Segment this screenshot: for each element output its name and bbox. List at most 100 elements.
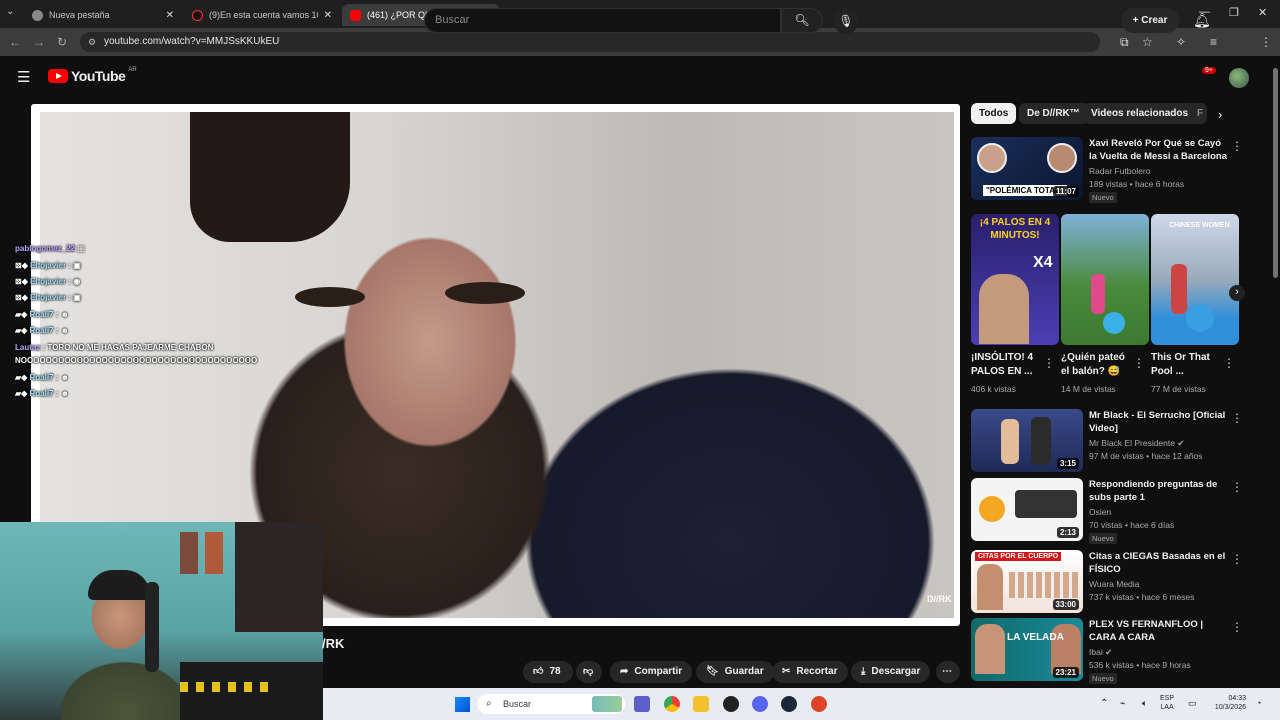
browser-tab-tiktok[interactable]: (9)En esta cuenta vamos 100% ✕ — [184, 4, 340, 26]
display-icon[interactable]: ▭ — [1188, 698, 1197, 709]
site-info-icon[interactable]: ⚙ — [88, 32, 96, 52]
video-thumbnail[interactable]: CITAS POR EL CUERPO 33:00 — [971, 550, 1083, 613]
url-field[interactable]: ⚙ youtube.com/watch?v=MMJSsKKUkEU — [80, 32, 1100, 52]
taskbar-clock[interactable]: 04:33 10/3/2026 — [1208, 694, 1246, 712]
tray-overflow-icon[interactable]: ⌃ — [1100, 698, 1108, 709]
chip-more[interactable]: F — [1189, 103, 1207, 124]
thumbnail-person — [975, 624, 1005, 674]
file-explorer-icon[interactable] — [693, 696, 709, 712]
windows-taskbar — [323, 688, 1280, 720]
shorts-next-icon[interactable]: › — [1229, 285, 1245, 301]
more-options-icon[interactable]: ⋮ — [1231, 411, 1243, 425]
youtube-logo[interactable]: YouTube AR — [48, 67, 137, 84]
scrollbar-thumb[interactable] — [1273, 68, 1278, 278]
account-avatar[interactable] — [1229, 68, 1249, 88]
widget-icon[interactable] — [592, 696, 622, 712]
video-title[interactable]: Respondiendo preguntas de subs parte 1 — [1089, 478, 1227, 504]
short-thumbnail[interactable]: CHINESE WOMEN — [1151, 214, 1239, 345]
more-options-icon[interactable]: ⋮ — [1231, 620, 1243, 634]
channel-name[interactable]: Mr Black El Presidente ✔ — [1089, 438, 1184, 449]
reload-icon[interactable]: ↻ — [57, 35, 67, 49]
browser-tab-new[interactable]: Nueva pestaña ✕ — [24, 4, 182, 26]
back-icon[interactable]: ← — [9, 35, 21, 49]
chrome-icon[interactable] — [664, 696, 680, 712]
hamburger-menu-icon[interactable]: ☰ — [17, 68, 30, 86]
mic-icon: 🎙︎ — [838, 14, 854, 28]
short-title[interactable]: This Or That Pool ... — [1151, 351, 1225, 379]
search-button[interactable]: 🔍︎ — [781, 8, 823, 33]
related-video-item[interactable]: 3:15 Mr Black - El Serrucho [Oficial Vid… — [971, 409, 1271, 472]
close-icon[interactable]: ✕ — [166, 10, 174, 21]
steam-icon[interactable] — [781, 696, 797, 712]
short-title[interactable]: ¿Quién pateó el balón? 😅 — [1061, 351, 1135, 379]
language-indicator[interactable]: ESP LAA — [1160, 694, 1174, 712]
chip-all[interactable]: Todos — [971, 103, 1017, 124]
more-options-icon[interactable]: ⋮ — [1231, 139, 1243, 153]
clip-button[interactable]: ✂ Recortar — [772, 661, 848, 683]
short-title[interactable]: ¡INSÓLITO! 4 PALOS EN ... — [971, 351, 1045, 379]
short-overlay-text: ¡4 PALOS EN 4 MINUTOS! — [979, 217, 1051, 241]
close-icon[interactable]: ✕ — [324, 10, 332, 21]
related-video-item[interactable]: "POLÉMICA TOTAL" 11:07 Xavi Reveló Por Q… — [971, 137, 1271, 203]
more-actions-button[interactable]: ⋯ — [936, 661, 960, 683]
like-button[interactable]: 👍︎ 78 — [523, 661, 573, 683]
chip-channel[interactable]: De D//RK™ — [1019, 103, 1088, 124]
search-icon: 🔍︎ — [794, 13, 810, 27]
more-options-icon[interactable]: ⋮ — [1231, 480, 1243, 494]
notifications-bell-icon[interactable]: 🔔︎ — [1193, 12, 1211, 29]
create-button[interactable]: + Crear — [1121, 8, 1179, 33]
download-button[interactable]: ⤓ Descargar — [851, 661, 931, 683]
related-video-item[interactable]: CITAS POR EL CUERPO 33:00 Citas a CIEGAS… — [971, 550, 1271, 613]
forward-icon[interactable]: → — [33, 35, 45, 49]
channel-name[interactable]: Osien — [1089, 507, 1111, 517]
search-input[interactable]: Buscar — [424, 8, 781, 33]
video-title[interactable]: Mr Black - El Serrucho [Oficial Video] — [1089, 409, 1227, 435]
video-thumbnail[interactable]: LA VELADA 23:21 — [971, 618, 1083, 681]
video-thumbnail[interactable]: 2:13 — [971, 478, 1083, 541]
windows-start-icon[interactable] — [455, 697, 470, 712]
tab-search-icon[interactable]: ⌄ — [6, 6, 14, 17]
channel-name[interactable]: Radar Futbolero — [1089, 166, 1150, 176]
short-thumbnail[interactable] — [1061, 214, 1149, 345]
reading-list-icon[interactable]: ≡ — [1210, 35, 1217, 49]
related-video-item[interactable]: 2:13 Respondiendo preguntas de subs part… — [971, 478, 1271, 544]
short-thumbnail[interactable]: ¡4 PALOS EN 4 MINUTOS! X4 — [971, 214, 1059, 345]
maximize-button[interactable]: ❐ — [1229, 6, 1239, 19]
chevron-right-icon[interactable]: › — [1218, 107, 1222, 122]
install-icon[interactable]: ⧉ — [1120, 35, 1129, 50]
close-window-button[interactable]: ✕ — [1258, 6, 1267, 19]
video-title[interactable]: Citas a CIEGAS Basadas en el FÍSICO — [1089, 550, 1227, 576]
voice-search-button[interactable]: 🎙︎ — [833, 8, 859, 34]
dislike-button[interactable]: 👎︎ — [576, 661, 602, 683]
discord-icon[interactable] — [752, 696, 768, 712]
related-video-item[interactable]: LA VELADA 23:21 PLEX VS FERNANFLOO | CAR… — [971, 618, 1271, 684]
thumbnail-person — [1001, 419, 1019, 464]
more-options-icon[interactable]: ⋮ — [1231, 552, 1243, 566]
channel-name[interactable]: Ibai ✔ — [1089, 647, 1112, 658]
thumbnail-comment — [1015, 490, 1077, 518]
app-icon[interactable] — [723, 696, 739, 712]
wall-poster — [180, 532, 198, 574]
network-icon[interactable]: ⌁ — [1120, 698, 1125, 709]
video-thumbnail[interactable]: 3:15 — [971, 409, 1083, 472]
save-button[interactable]: 🔖︎ Guardar — [696, 661, 774, 683]
more-options-icon[interactable]: ⋮ — [1043, 356, 1055, 370]
bookmark-star-icon[interactable]: ☆ — [1142, 35, 1153, 49]
channel-watermark: D//RK — [927, 594, 952, 604]
page-scrollbar[interactable] — [1271, 56, 1280, 688]
video-title[interactable]: Xavi Reveló Por Qué se Cayó la Vuelta de… — [1089, 137, 1227, 163]
app-icon[interactable] — [811, 696, 827, 712]
chip-related[interactable]: Videos relacionados — [1083, 103, 1197, 124]
menu-icon[interactable]: ⋮ — [1260, 35, 1272, 49]
teams-icon[interactable] — [634, 696, 650, 712]
more-options-icon[interactable]: ⋮ — [1223, 356, 1235, 370]
extensions-icon[interactable]: ✧ — [1176, 35, 1186, 49]
volume-icon[interactable]: 🔈︎ — [1142, 698, 1147, 709]
channel-name[interactable]: Wuara Media — [1089, 579, 1139, 589]
video-title[interactable]: PLEX VS FERNANFLOO | CARA A CARA — [1089, 618, 1227, 644]
more-options-icon[interactable]: ⋮ — [1133, 356, 1145, 370]
share-button[interactable]: ➦ Compartir — [610, 661, 693, 683]
notification-center-icon[interactable]: ◔ — [1256, 698, 1261, 708]
video-thumbnail[interactable]: "POLÉMICA TOTAL" 11:07 — [971, 137, 1083, 200]
video-duration: 23:21 — [1052, 667, 1079, 678]
